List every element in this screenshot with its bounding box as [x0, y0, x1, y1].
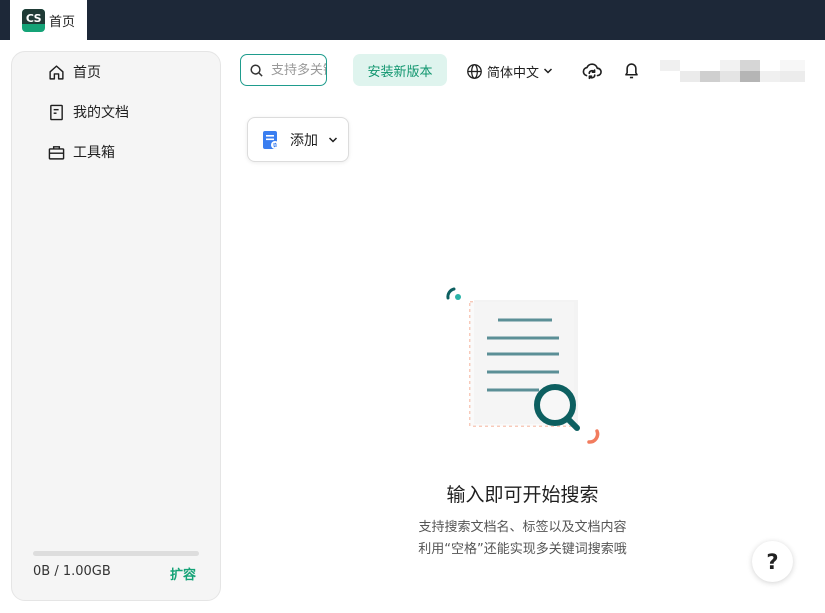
- sidebar-item-toolbox[interactable]: 工具箱: [48, 140, 115, 164]
- user-account-blurred[interactable]: [660, 60, 805, 82]
- install-new-version-button[interactable]: 安装新版本: [353, 54, 447, 86]
- chevron-down-icon: [543, 68, 553, 74]
- tab-home[interactable]: CS 首页: [10, 0, 87, 40]
- add-document-icon: [263, 130, 279, 149]
- sidebar-item-label: 我的文档: [73, 105, 129, 121]
- sidebar-item-home[interactable]: 首页: [48, 60, 101, 84]
- search-input[interactable]: [271, 62, 326, 78]
- help-button[interactable]: ?: [752, 541, 793, 582]
- empty-state-hint-1: 支持搜索文档名、标签以及文档内容: [418, 520, 627, 535]
- add-button-label: 添加: [290, 132, 318, 149]
- document-icon: [50, 104, 63, 120]
- empty-state-title: 输入即可开始搜索: [446, 484, 599, 506]
- search-empty-illustration: [446, 287, 600, 444]
- toolbox-icon: [48, 145, 65, 160]
- tab-title: 首页: [49, 14, 76, 30]
- search-box[interactable]: [240, 54, 327, 86]
- chevron-down-icon: [328, 136, 338, 143]
- window-tab-bar: CS 首页: [0, 0, 825, 40]
- expand-storage-link[interactable]: 扩容: [170, 564, 196, 583]
- sidebar-item-my-documents[interactable]: 我的文档: [48, 100, 129, 124]
- search-icon: [250, 63, 263, 77]
- add-button[interactable]: 添加: [247, 117, 349, 162]
- storage-usage-text: 0B / 1.00GB: [33, 564, 111, 579]
- sidebar-item-label: 工具箱: [73, 145, 115, 161]
- home-icon: [49, 64, 64, 80]
- globe-icon: [467, 63, 482, 79]
- sidebar-item-label: 首页: [73, 65, 101, 81]
- camscanner-logo: CS: [22, 8, 45, 32]
- empty-state-hint-2: 利用“空格”还能实现多关键词搜索哦: [418, 542, 627, 557]
- bell-icon[interactable]: [622, 60, 641, 80]
- language-selector[interactable]: 简体中文: [466, 60, 553, 82]
- cloud-sync-icon[interactable]: [581, 60, 603, 82]
- language-label: 简体中文: [487, 65, 540, 81]
